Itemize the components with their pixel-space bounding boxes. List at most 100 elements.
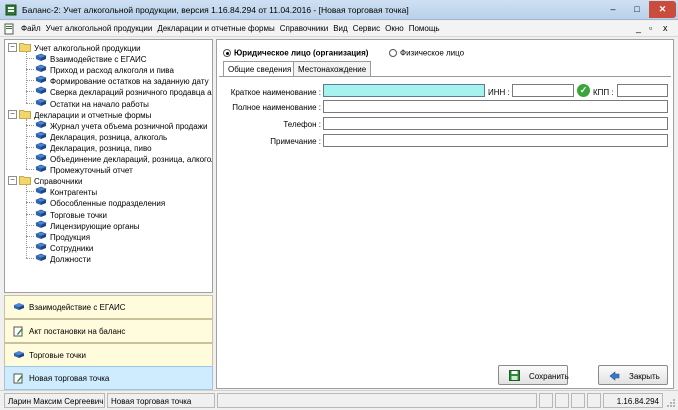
close-button-label: Закрыть [629,372,660,381]
tree-connector [26,257,34,259]
status-empty-3 [555,393,569,408]
short-name-label: Краткое наименование : [230,88,321,97]
mdi-minimize-button[interactable]: _ [636,23,641,33]
tree-connector [26,246,34,248]
menu-item[interactable]: Файл [21,24,41,33]
tree-item[interactable]: Сотрудники [35,242,93,253]
note-input[interactable] [323,134,668,147]
folder-icon [19,109,31,122]
menu-item[interactable]: Вид [333,24,347,33]
tree-connector [26,69,34,71]
tree-item-label: Продукция [50,232,91,242]
nav-button[interactable]: Новая торговая точка [4,366,213,390]
tab-location[interactable]: Местонахождение [293,61,372,76]
kpp-input[interactable] [617,84,668,97]
tree-group[interactable]: Декларации и отчетные формы [19,109,151,120]
resize-grip-icon[interactable] [666,398,676,408]
tree-connector [26,124,34,126]
full-name-input[interactable] [323,100,668,113]
status-empty-5 [587,393,601,408]
mdi-close-button[interactable]: x [663,23,668,33]
nav-button[interactable]: Акт постановки на баланс [4,319,213,343]
tree-connector [26,52,27,103]
tree-expander[interactable]: − [8,176,17,186]
tree-group[interactable]: Справочники [19,175,82,186]
tree-connector [26,235,34,237]
folder-icon [19,175,31,188]
minimize-button[interactable]: – [601,1,625,18]
status-empty-4 [571,393,585,408]
tree-group-label: Учет алкогольной продукции [34,44,141,53]
tree-group-label: Справочники [34,177,83,187]
nav-button-label: Торговые точки [29,351,87,360]
nav-button[interactable]: Торговые точки [4,343,213,367]
tree-connector [26,146,34,148]
radio-unselected-indicator [389,48,397,57]
nav-button-label: Взаимодействие с ЕГАИС [29,303,126,312]
menu-item[interactable]: Помощь [409,24,440,33]
tree-item[interactable]: Декларация, розница, алкоголь [35,131,167,142]
short-name-input[interactable] [323,84,485,97]
status-empty-1 [217,393,537,408]
tree-item[interactable]: Продукция [35,231,90,242]
tree-item[interactable]: Остатки на начало работы [35,98,149,109]
menu-item[interactable]: Учет алкогольной продукции [46,24,153,33]
tree-item[interactable]: Объединение деклараций, розница, алкогол… [35,153,212,164]
radio-legal-entity[interactable]: Юридическое лицо (организация) [223,48,368,57]
menu-item[interactable]: Справочники [280,24,328,33]
mdi-restore-button[interactable]: ▫ [649,23,652,33]
tree-item[interactable]: Торговые точки [35,209,107,220]
folder-icon [19,42,31,55]
menu-item[interactable]: Декларации и отчетные формы [157,24,274,33]
tree-connector [26,224,34,226]
tree-item-label: Торговые точки [50,210,108,220]
inn-input[interactable] [512,84,574,97]
tree-connector [26,80,34,82]
tree-item-label: Сотрудники [50,243,94,253]
tree-item-label: Должности [50,254,91,264]
radio-individual[interactable]: Физическое лицо [389,48,464,57]
document-menu-icon[interactable] [3,23,15,35]
close-button[interactable]: Закрыть [598,365,668,385]
tree-group-label: Декларации и отчетные формы [34,110,152,120]
tree-item[interactable]: Лицензирующие органы [35,220,140,231]
tree-expander[interactable]: − [8,109,17,119]
tree-item[interactable]: Взаимодействие с ЕГАИС [35,53,147,64]
tree-item[interactable]: Обособленные подразделения [35,197,165,208]
egais-icon [13,302,25,314]
tree-item[interactable]: Приход и расход алкоголя и пива [35,64,174,75]
nav-button[interactable]: Взаимодействие с ЕГАИС [4,295,213,319]
status-bar: Ларин Максим Сергеевич Новая торговая то… [0,390,678,410]
phone-input[interactable] [323,117,668,130]
tree-item[interactable]: Промежуточный отчет [35,164,133,175]
kpp-label: КПП : [593,88,614,97]
tree-item[interactable]: Сверка деклараций розничного продавца ал… [35,86,212,97]
note-label: Примечание : [270,137,321,146]
app-icon [5,4,17,16]
tree-item[interactable]: Формирование остатков на заданную дату [35,75,209,86]
tree-item[interactable]: Контрагенты [35,186,97,197]
tree-connector [26,213,34,215]
tree-expander[interactable]: − [8,43,17,52]
tree-connector [26,202,34,204]
tree-item[interactable]: Журнал учета объема розничной продажи [35,120,207,131]
tree-group[interactable]: Учет алкогольной продукции [19,42,141,53]
navigation-tree: − Учет алкогольной продукции Взаимодействи… [4,39,213,293]
tree-item-label: Промежуточный отчет [50,166,133,176]
menu-item[interactable]: Сервис [353,24,380,33]
close-window-button[interactable]: ✕ [649,1,676,18]
document-edit-icon [13,326,24,339]
tree-item[interactable]: Декларация, розница, пиво [35,142,152,153]
tree-connector [26,169,34,171]
check-inn-icon[interactable]: ✓ [577,84,590,97]
window-titlebar: Баланс-2: Учет алкогольной продукции, ве… [0,0,678,20]
save-button[interactable]: Сохранить [498,365,569,385]
floppy-disk-icon [509,370,520,381]
nav-button-label: Акт постановки на баланс [29,327,126,336]
tree-item-label: Декларация, розница, алкоголь [50,132,168,142]
maximize-button[interactable]: □ [625,1,649,18]
tab-general-info[interactable]: Общие сведения [223,61,297,77]
inn-label: ИНН : [488,88,510,97]
tree-item[interactable]: Должности [35,253,91,264]
menu-item[interactable]: Окно [385,24,404,33]
